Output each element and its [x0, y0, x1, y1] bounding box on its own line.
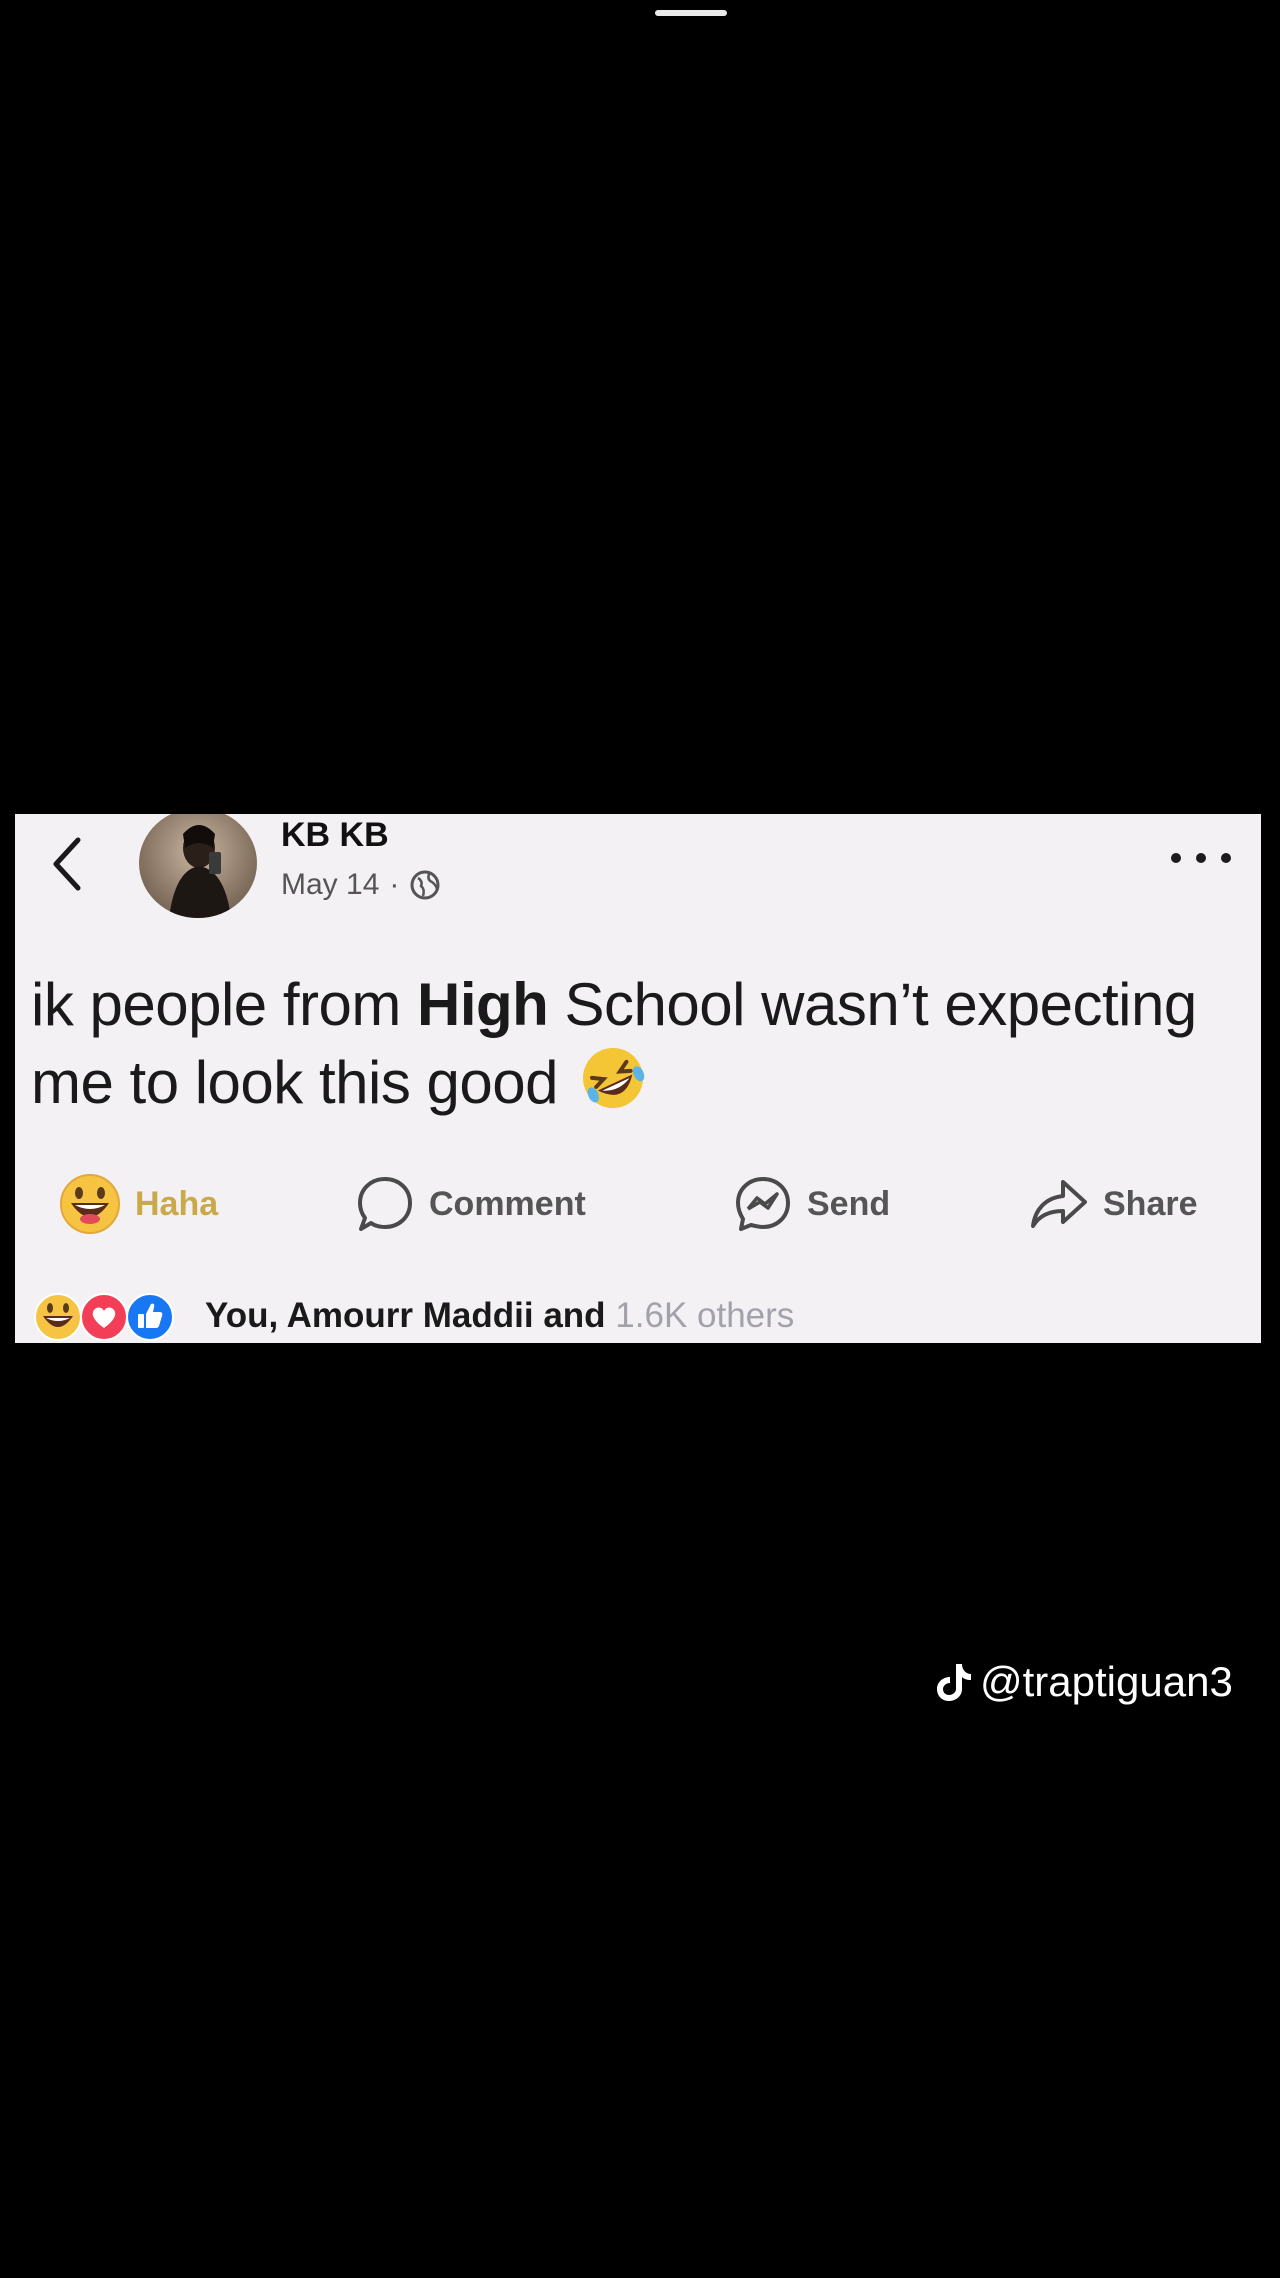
post-screenshot-card: KB KB May 14 · ik people from High Schoo… [15, 814, 1261, 1343]
haha-reaction-icon [33, 1292, 83, 1343]
comment-bubble-icon [358, 1177, 412, 1231]
messenger-icon [736, 1177, 790, 1231]
reaction-icons [33, 1290, 191, 1342]
more-dot-icon [1221, 853, 1231, 863]
avatar[interactable] [139, 814, 257, 918]
post-text-part1: ik people from [31, 971, 418, 1038]
comment-button[interactable]: Comment [355, 1164, 586, 1244]
send-label: Send [807, 1184, 891, 1223]
globe-icon [410, 870, 440, 900]
reactions-text[interactable]: You, Amourr Maddii and 1.6K others [205, 1296, 794, 1336]
reactors-names: You, Amourr Maddii and [205, 1296, 606, 1335]
tiktok-handle: @traptiguan3 [980, 1658, 1233, 1705]
haha-label: Haha [135, 1184, 219, 1223]
back-button[interactable] [45, 832, 89, 896]
post-text-bold: High [417, 971, 549, 1038]
post-text: ik people from High School wasn’t expect… [31, 966, 1231, 1130]
like-reaction-icon [125, 1292, 175, 1343]
share-label: Share [1103, 1184, 1198, 1223]
more-dot-icon [1171, 853, 1181, 863]
reactors-others-count: 1.6K others [615, 1296, 795, 1335]
tiktok-watermark: @traptiguan3 [936, 1658, 1233, 1706]
post-date[interactable]: May 14 [281, 868, 379, 902]
love-reaction-icon [79, 1292, 129, 1343]
author-name[interactable]: KB KB [281, 816, 389, 855]
more-dot-icon [1196, 853, 1206, 863]
haha-emoji-icon [60, 1174, 120, 1234]
post-meta: May 14 · [281, 868, 441, 902]
share-button[interactable]: Share [1029, 1164, 1198, 1244]
rolling-laughing-emoji-icon [580, 1045, 646, 1130]
top-drag-handle[interactable] [655, 10, 727, 16]
haha-reaction-button[interactable]: Haha [59, 1164, 218, 1244]
reactions-summary[interactable]: You, Amourr Maddii and 1.6K others [33, 1290, 794, 1342]
share-arrow-icon [1031, 1180, 1087, 1228]
tiktok-icon [937, 1664, 971, 1701]
more-options-button[interactable] [1171, 846, 1231, 870]
meta-separator: · [389, 868, 400, 901]
chevron-left-icon [53, 837, 81, 891]
send-button[interactable]: Send [733, 1164, 890, 1244]
post-actions-bar: Haha Comment Send Share [15, 1164, 1261, 1244]
comment-label: Comment [429, 1184, 586, 1223]
